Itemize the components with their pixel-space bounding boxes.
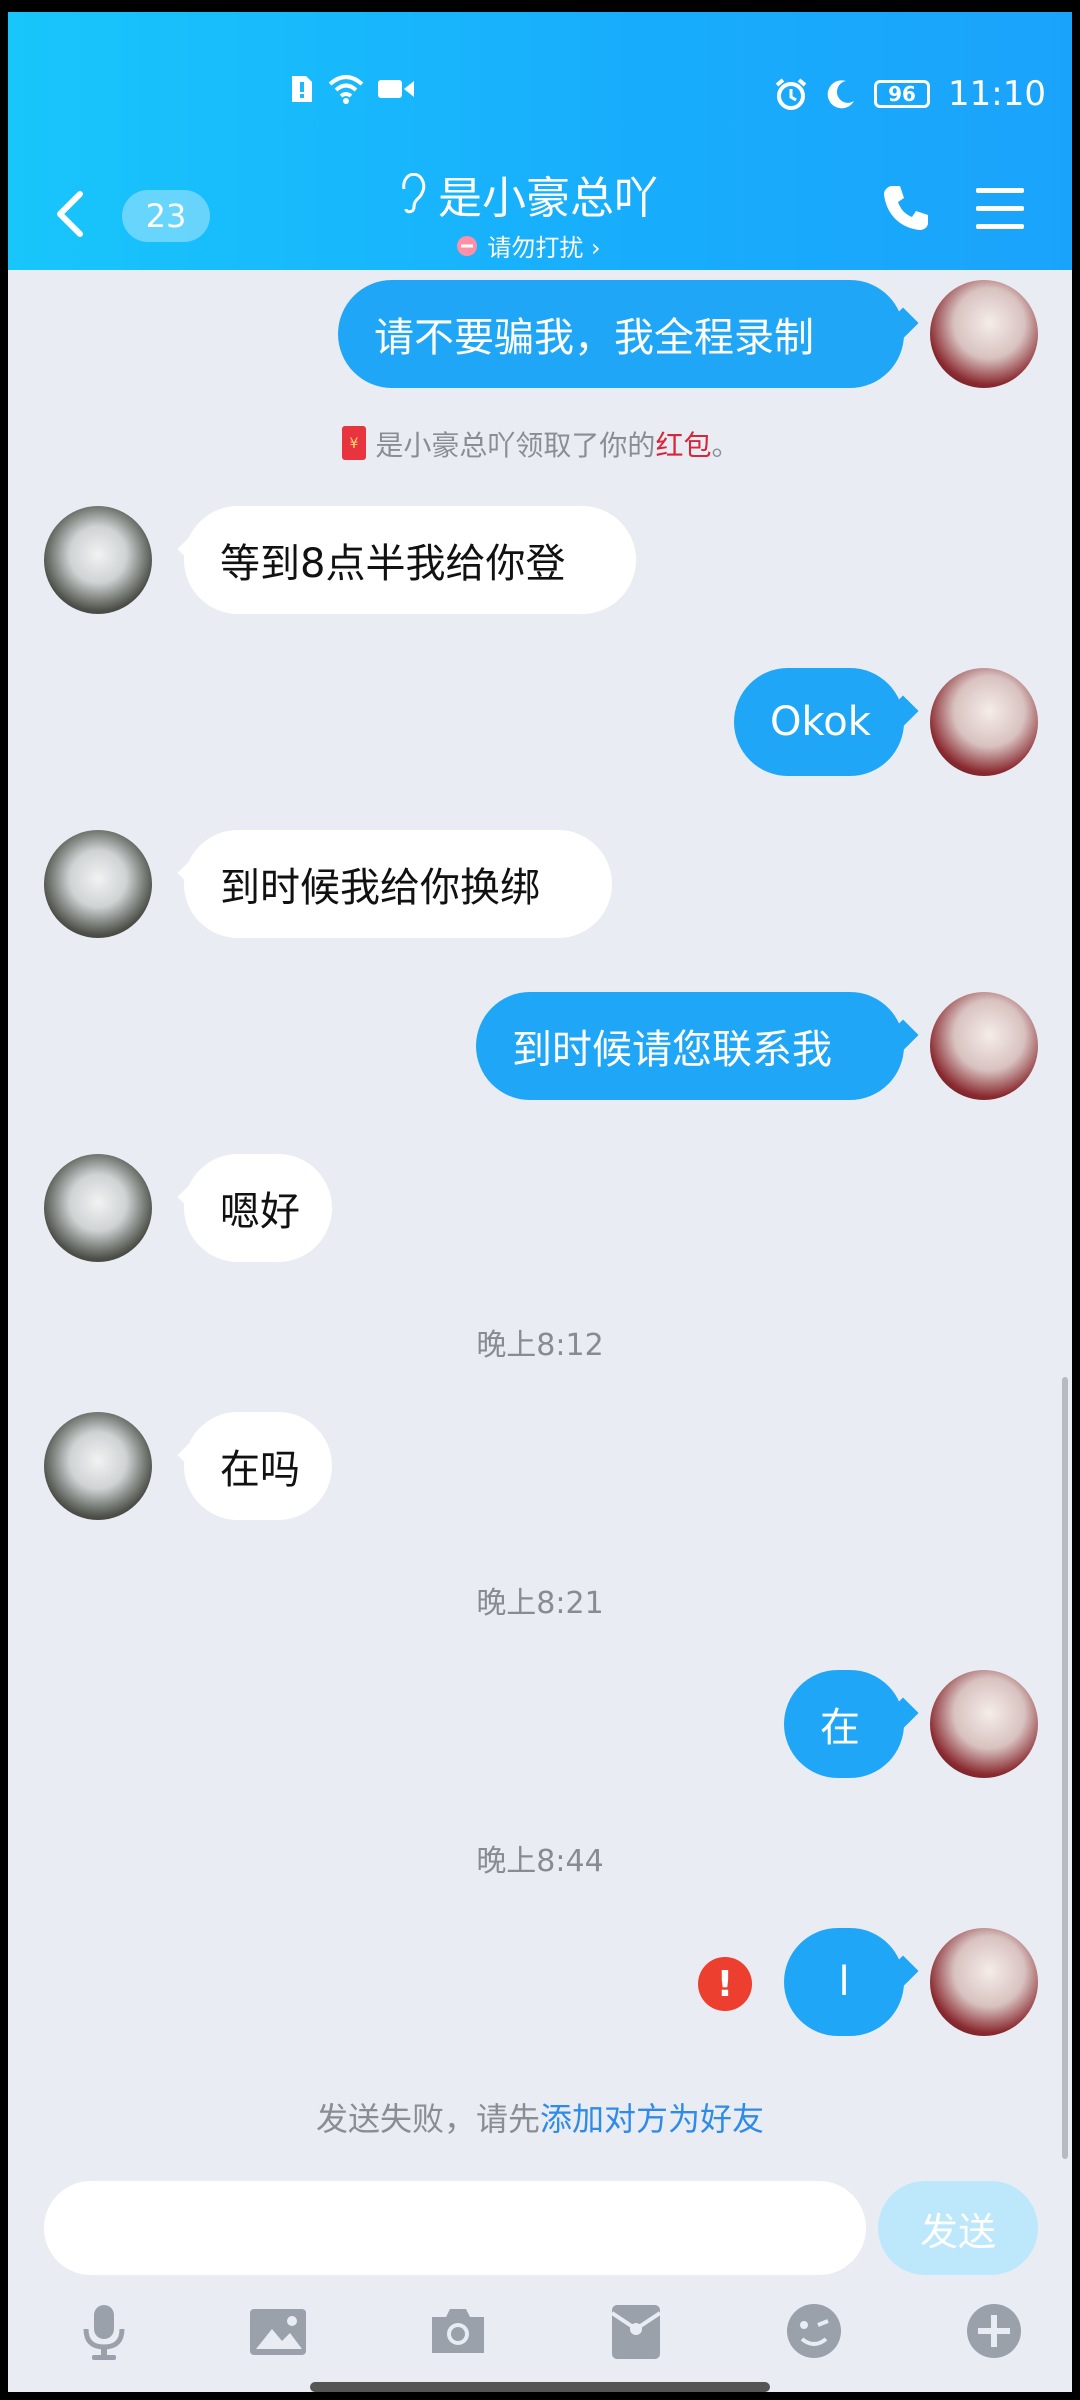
more-button[interactable]	[964, 2301, 1024, 2361]
red-packet-icon	[610, 2305, 662, 2359]
image-button[interactable]	[248, 2301, 308, 2361]
contact-avatar[interactable]	[44, 830, 152, 938]
phone-call-button[interactable]	[880, 182, 932, 234]
send-button[interactable]: 发送	[878, 2181, 1038, 2275]
chat-title-area[interactable]: 是小豪总吖 请勿打扰 ›	[368, 162, 688, 263]
timestamp: 晚上8:21	[476, 1586, 604, 1621]
plus-icon	[967, 2304, 1021, 2358]
home-indicator[interactable]	[310, 2382, 770, 2392]
sim-alert-icon	[290, 74, 314, 104]
voice-button[interactable]	[74, 2301, 134, 2361]
contact-avatar[interactable]	[44, 506, 152, 614]
red-packet-button[interactable]	[606, 2301, 666, 2361]
status-time: 11:10	[948, 74, 1046, 114]
menu-button[interactable]	[974, 186, 1026, 232]
input-area: 发送	[8, 2177, 1072, 2392]
contact-name: 是小豪总吖	[438, 173, 658, 224]
notice-prefix: 是小豪总吖领取了你的	[375, 429, 656, 462]
emoji-button[interactable]	[784, 2301, 844, 2361]
timestamp: 晚上8:12	[476, 1328, 604, 1363]
status-bar-right: 96 11:10	[774, 74, 1046, 114]
chat-status[interactable]: 请勿打扰 ›	[368, 228, 688, 263]
my-avatar[interactable]	[930, 1670, 1038, 1778]
red-packet-icon: ¥	[341, 426, 366, 460]
my-avatar[interactable]	[930, 992, 1038, 1100]
my-avatar[interactable]	[930, 280, 1038, 388]
message-bubble[interactable]: 在吗	[184, 1412, 332, 1520]
microphone-icon	[83, 2305, 125, 2360]
fail-text: 发送失败，请先	[315, 2100, 540, 2138]
do-not-disturb-icon	[457, 235, 478, 256]
status-text: 请勿打扰 ›	[487, 234, 601, 262]
chat-header: 96 11:10 23 是小豪总吖 请勿打扰 ›	[8, 12, 1072, 270]
wifi-icon	[328, 74, 364, 104]
message-bubble[interactable]: l	[784, 1928, 904, 2036]
add-friend-link[interactable]: 添加对方为好友	[540, 2100, 764, 2138]
ear-icon	[402, 173, 426, 214]
chat-title: 是小豪总吖	[398, 162, 658, 226]
timestamp: 晚上8:44	[476, 1844, 604, 1879]
video-camera-icon	[378, 77, 414, 101]
message-bubble[interactable]: Okok	[734, 668, 904, 776]
camera-icon	[432, 2309, 484, 2353]
contact-avatar[interactable]	[44, 1154, 152, 1262]
my-avatar[interactable]	[930, 668, 1038, 776]
contact-avatar[interactable]	[44, 1412, 152, 1520]
scrollbar[interactable]	[1062, 1377, 1068, 2159]
message-bubble[interactable]: 嗯好	[184, 1154, 332, 1262]
phone-icon	[884, 186, 928, 230]
message-bubble[interactable]: 到时候我给你换绑	[184, 830, 612, 938]
battery-icon: 96	[874, 80, 931, 108]
moon-icon	[826, 79, 856, 109]
camera-button[interactable]	[428, 2301, 488, 2361]
send-failed-notice: 发送失败，请先添加对方为好友	[8, 2094, 1072, 2140]
alarm-icon	[774, 77, 808, 111]
message-bubble[interactable]: 在	[784, 1670, 904, 1778]
red-packet-link[interactable]: 红包	[655, 429, 711, 462]
emoji-icon	[787, 2304, 841, 2358]
notice-suffix: 。	[711, 429, 740, 462]
my-avatar[interactable]	[930, 1928, 1038, 2036]
back-button[interactable]	[52, 190, 92, 238]
back-icon	[57, 191, 83, 237]
message-input[interactable]	[44, 2181, 866, 2275]
status-bar-left	[290, 74, 414, 104]
red-packet-notice: ¥ 是小豪总吖领取了你的红包。	[8, 424, 1072, 464]
message-bubble[interactable]: 到时候请您联系我	[476, 992, 904, 1100]
unread-count-badge[interactable]: 23	[122, 190, 210, 242]
chat-screen: 96 11:10 23 是小豪总吖 请勿打扰 › 请不要骗我，我全程录制 ¥ 是…	[8, 12, 1072, 2392]
message-bubble[interactable]: 请不要骗我，我全程录制	[338, 280, 904, 388]
svg-text:¥: ¥	[349, 436, 358, 452]
send-failed-icon[interactable]: !	[698, 1957, 752, 2011]
image-icon	[250, 2309, 306, 2355]
message-bubble[interactable]: 等到8点半我给你登	[184, 506, 636, 614]
menu-icon	[976, 188, 1024, 229]
